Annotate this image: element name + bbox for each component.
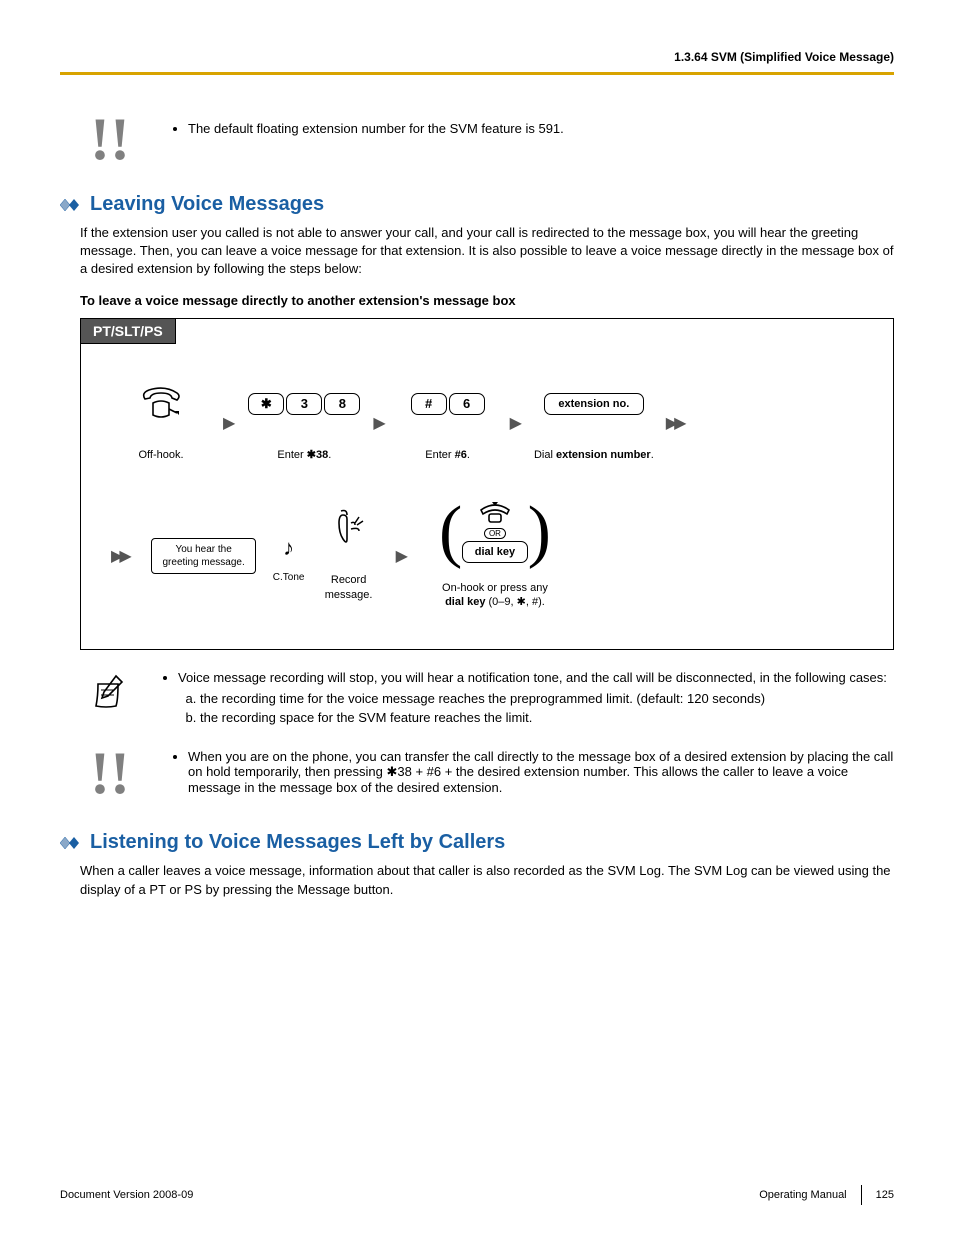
note1-lead: Voice message recording will stop, you w… bbox=[178, 670, 887, 725]
note2-text: When you are on the phone, you can trans… bbox=[188, 749, 894, 795]
note-icon bbox=[80, 670, 140, 714]
arrow-icon: ▶ bbox=[223, 413, 235, 433]
offhook-icon bbox=[139, 384, 183, 424]
section-bullet-icon bbox=[60, 836, 82, 850]
footer-manual: Operating Manual bbox=[759, 1189, 846, 1201]
important-icon: !! bbox=[80, 115, 140, 163]
footer-page-number: 125 bbox=[876, 1189, 894, 1201]
section2-title: Listening to Voice Messages Left by Call… bbox=[90, 831, 505, 854]
procedure-tab: PT/SLT/PS bbox=[81, 319, 176, 344]
section1-intro: If the extension user you called is not … bbox=[80, 224, 894, 279]
arrow-icon: ▶ bbox=[510, 413, 522, 433]
arrow-continue-icon: ▶ bbox=[666, 413, 687, 433]
note1-a: the recording time for the voice message… bbox=[200, 691, 887, 706]
onhook-caption: On-hook or press any dial key (0–9, ✱, #… bbox=[442, 581, 548, 610]
key-3: 3 bbox=[286, 393, 322, 415]
dial-ext-caption: Dial extension number. bbox=[534, 448, 654, 462]
arrow-icon: ▶ bbox=[373, 413, 385, 433]
offhook-caption: Off-hook. bbox=[138, 448, 183, 462]
key-star: ✱ bbox=[248, 393, 284, 415]
greeting-msg-box: You hear the greeting message. bbox=[151, 538, 255, 574]
page-header: 1.3.64 SVM (Simplified Voice Message) bbox=[60, 50, 894, 72]
page-footer: Document Version 2008-09 Operating Manua… bbox=[60, 1185, 894, 1205]
procedure-box: PT/SLT/PS Off-ho bbox=[80, 318, 894, 651]
header-rule bbox=[60, 72, 894, 75]
section1-title: Leaving Voice Messages bbox=[90, 193, 324, 216]
top-note-text: The default floating extension number fo… bbox=[188, 121, 564, 136]
note1-b: the recording space for the SVM feature … bbox=[200, 710, 887, 725]
or-badge: OR bbox=[484, 528, 506, 539]
key-dialkey: dial key bbox=[462, 541, 528, 563]
important-icon: !! bbox=[80, 749, 140, 797]
enter-38-caption: Enter ✱38. bbox=[277, 448, 331, 462]
key-8: 8 bbox=[324, 393, 360, 415]
key-extension-no: extension no. bbox=[544, 393, 644, 415]
arrow-continue-icon: ▶ bbox=[111, 546, 132, 566]
footer-separator bbox=[861, 1185, 862, 1205]
footer-doc-version: Document Version 2008-09 bbox=[60, 1189, 759, 1201]
record-icon bbox=[329, 509, 369, 549]
ctone-label: C.Tone bbox=[273, 572, 305, 583]
arrow-icon: ▶ bbox=[396, 546, 408, 566]
key-hash: # bbox=[411, 393, 447, 415]
section-bullet-icon bbox=[60, 198, 82, 212]
record-caption: Recordmessage. bbox=[325, 573, 373, 602]
tone-icon: ♪ bbox=[283, 528, 294, 568]
section2-intro: When a caller leaves a voice message, in… bbox=[80, 862, 894, 898]
enter-6-caption: Enter #6. bbox=[425, 448, 470, 462]
section1-subhead: To leave a voice message directly to ano… bbox=[80, 293, 894, 308]
key-6: 6 bbox=[449, 393, 485, 415]
onhook-icon bbox=[477, 502, 513, 526]
